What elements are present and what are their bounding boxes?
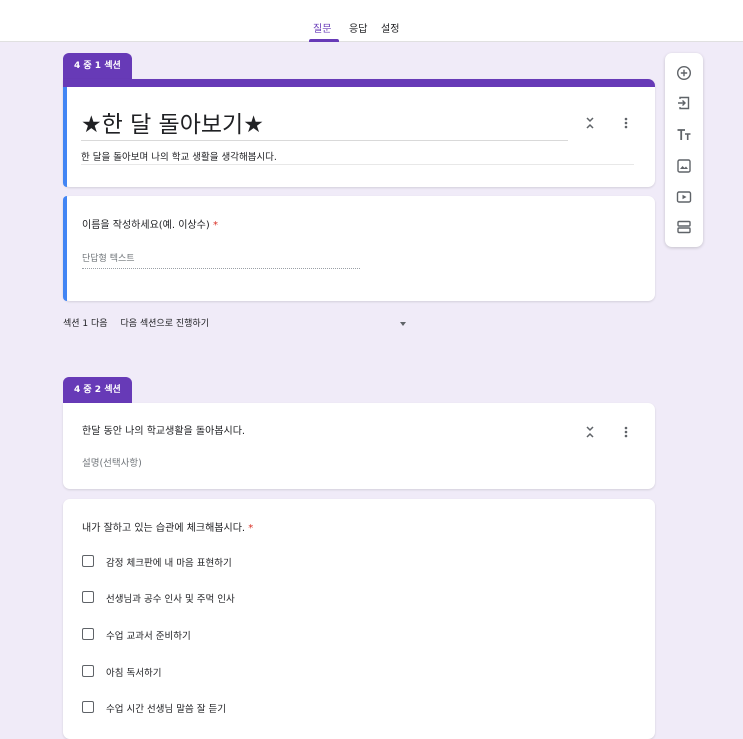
- add-question-icon[interactable]: [676, 65, 692, 81]
- section-2-header-card[interactable]: 한달 동안 나의 학교생활을 돌아봅시다. 설명(선택사항): [63, 403, 655, 489]
- section-navigation: 섹션 1 다음 다음 섹션으로 진행하기: [63, 316, 209, 329]
- section-1-header-card[interactable]: ★한 달 돌아보기★ 한 달을 돌아보며 나의 학교 생활을 생각해봅시다.: [63, 79, 655, 187]
- collapse-icon[interactable]: [583, 425, 597, 439]
- section-1-badge: 4 중 1 섹션: [63, 53, 132, 79]
- focus-bar: [63, 196, 67, 301]
- checkbox[interactable]: [82, 591, 94, 603]
- form-title[interactable]: ★한 달 돌아보기★: [81, 105, 264, 139]
- more-vert-icon[interactable]: [619, 116, 633, 130]
- add-title-icon[interactable]: [676, 127, 692, 143]
- section-nav-label: 섹션 1 다음: [63, 319, 108, 329]
- question-title: 이름을 작성하세요(예. 이상수) *: [82, 216, 218, 231]
- question-text: 내가 잘하고 있는 습관에 체크해봅시다.: [82, 523, 246, 534]
- question-title: 내가 잘하고 있는 습관에 체크해봅시다. *: [82, 519, 253, 534]
- checkbox[interactable]: [82, 665, 94, 677]
- form-description[interactable]: 한 달을 돌아보며 나의 학교 생활을 생각해봅시다.: [81, 149, 277, 163]
- description-underline: [81, 164, 634, 165]
- section-2-description[interactable]: 설명(선택사항): [82, 455, 142, 469]
- option-label: 선생님과 공수 인사 및 주먹 인사: [106, 594, 235, 605]
- more-vert-icon[interactable]: [619, 425, 633, 439]
- active-tab-indicator: [309, 39, 339, 42]
- add-section-icon[interactable]: [676, 219, 692, 235]
- option-label: 감정 체크판에 내 마음 표현하기: [106, 558, 232, 569]
- add-image-icon[interactable]: [676, 158, 692, 174]
- question-text: 이름을 작성하세요(예. 이상수): [82, 220, 210, 231]
- section-nav-select[interactable]: 다음 섹션으로 진행하기: [120, 319, 209, 329]
- collapse-icon[interactable]: [583, 116, 597, 130]
- answer-line: [82, 268, 360, 269]
- checkbox[interactable]: [82, 628, 94, 640]
- focus-bar: [63, 87, 67, 187]
- import-questions-icon[interactable]: [676, 95, 692, 111]
- title-underline: [81, 140, 568, 141]
- short-answer-placeholder: 단답형 텍스트: [82, 254, 135, 264]
- question-card-name[interactable]: 이름을 작성하세요(예. 이상수) * 단답형 텍스트: [63, 196, 655, 301]
- top-bar: 질문 응답 설정: [0, 0, 743, 42]
- section-2-title[interactable]: 한달 동안 나의 학교생활을 돌아봅시다.: [82, 422, 245, 437]
- add-video-icon[interactable]: [676, 189, 692, 205]
- tab-responses[interactable]: 응답: [349, 20, 367, 35]
- floating-toolbar: [665, 53, 703, 247]
- option-label: 수업 교과서 준비하기: [106, 631, 191, 642]
- dropdown-arrow-icon[interactable]: [400, 322, 406, 326]
- checkbox[interactable]: [82, 555, 94, 567]
- tab-settings[interactable]: 설정: [381, 20, 399, 35]
- section-2-badge: 4 중 2 섹션: [63, 377, 132, 403]
- option-label: 아침 독서하기: [106, 668, 162, 679]
- checkbox[interactable]: [82, 701, 94, 713]
- option-label: 수업 시간 선생님 말씀 잘 듣기: [106, 704, 226, 715]
- required-asterisk: *: [248, 523, 254, 534]
- tab-questions[interactable]: 질문: [313, 20, 331, 35]
- required-asterisk: *: [212, 220, 218, 231]
